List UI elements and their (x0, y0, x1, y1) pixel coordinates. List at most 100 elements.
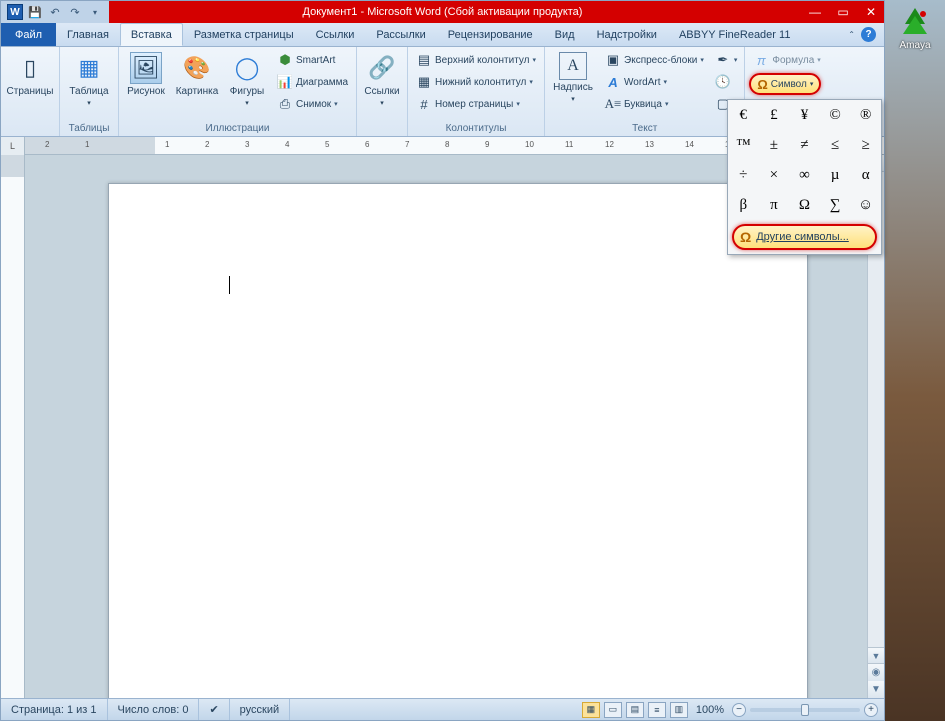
symbol-cell[interactable]: ® (850, 100, 881, 130)
undo-icon[interactable]: ↶ (47, 4, 63, 20)
quickparts-icon: ▣ (605, 52, 621, 68)
status-proofing-icon[interactable]: ✔ (199, 699, 229, 720)
tab-abbyy[interactable]: ABBYY FineReader 11 (668, 23, 802, 46)
save-icon[interactable]: 💾 (27, 4, 43, 20)
minimize-button[interactable]: — (806, 4, 824, 20)
dropcap-button[interactable]: A≡Буквица▾ (601, 93, 708, 115)
symbol-cell[interactable]: α (850, 160, 881, 190)
chart-icon: 📊 (277, 74, 293, 90)
symbol-cell[interactable]: π (759, 190, 790, 220)
signature-button[interactable]: ✒▾ (712, 49, 741, 71)
desktop-shortcut-amaya[interactable]: Amaya (891, 6, 939, 51)
tab-mailings[interactable]: Рассылки (365, 23, 436, 46)
group-tables: ▦ Таблица▾ Таблицы (60, 47, 119, 136)
qat-customize-icon[interactable]: ▾ (87, 4, 103, 20)
textbox-icon: A (559, 52, 587, 80)
screenshot-label: Снимок (296, 99, 331, 110)
header-icon: ▤ (416, 52, 432, 68)
redo-icon[interactable]: ↷ (67, 4, 83, 20)
footer-button[interactable]: ▦Нижний колонтитул▾ (412, 71, 540, 93)
view-print-layout-icon[interactable]: ▦ (582, 702, 600, 718)
tab-view[interactable]: Вид (544, 23, 586, 46)
prev-page-icon[interactable]: ◉ (868, 664, 884, 681)
symbol-button[interactable]: Ω Символ ▾ (749, 73, 821, 95)
symbol-cell[interactable]: β (728, 190, 759, 220)
more-symbols-button[interactable]: Ω Другие символы... (732, 224, 877, 250)
symbol-cell[interactable]: £ (759, 100, 790, 130)
smartart-button[interactable]: ⬢SmartArt (273, 49, 352, 71)
datetime-icon: 🕓 (715, 74, 731, 90)
status-word-count[interactable]: Число слов: 0 (108, 699, 200, 720)
picture-button[interactable]: 🖼 Рисунок (123, 49, 169, 100)
screenshot-button[interactable]: ⎙Снимок▾ (273, 93, 352, 115)
datetime-button[interactable]: 🕓 (712, 71, 741, 93)
wordart-button[interactable]: AWordArt▾ (601, 71, 708, 93)
header-button[interactable]: ▤Верхний колонтитул▾ (412, 49, 540, 71)
quickparts-button[interactable]: ▣Экспресс-блоки▾ (601, 49, 708, 71)
tab-page-layout[interactable]: Разметка страницы (183, 23, 305, 46)
symbol-cell[interactable]: ≠ (789, 130, 820, 160)
quickparts-label: Экспресс-блоки (624, 55, 697, 66)
page-number-icon: # (416, 96, 432, 112)
symbol-cell[interactable]: ¥ (789, 100, 820, 130)
tab-review[interactable]: Рецензирование (437, 23, 544, 46)
symbol-cell[interactable]: © (820, 100, 851, 130)
symbol-cell[interactable]: € (728, 100, 759, 130)
zoom-out-button[interactable]: − (732, 703, 746, 717)
symbol-cell[interactable]: Ω (789, 190, 820, 220)
header-label: Верхний колонтитул (435, 55, 530, 66)
smartart-label: SmartArt (296, 55, 335, 66)
symbol-cell[interactable]: ☺ (850, 190, 881, 220)
symbol-cell[interactable]: ÷ (728, 160, 759, 190)
desktop-background: Amaya (885, 0, 945, 721)
symbol-cell[interactable]: ≤ (820, 130, 851, 160)
shapes-button[interactable]: ◯ Фигуры▾ (225, 49, 269, 111)
close-button[interactable]: ✕ (862, 4, 880, 20)
view-full-screen-icon[interactable]: ▭ (604, 702, 622, 718)
vertical-ruler[interactable] (1, 155, 25, 698)
symbol-cell[interactable]: ≥ (850, 130, 881, 160)
symbol-cell[interactable]: ™ (728, 130, 759, 160)
tab-home[interactable]: Главная (56, 23, 120, 46)
view-outline-icon[interactable]: ≡ (648, 702, 666, 718)
symbol-cell[interactable]: × (759, 160, 790, 190)
tab-references[interactable]: Ссылки (305, 23, 366, 46)
group-header-footer-label: Колонтитулы (412, 122, 540, 135)
textbox-button[interactable]: A Надпись▾ (549, 49, 597, 107)
document-page[interactable] (108, 183, 808, 698)
status-page[interactable]: Страница: 1 из 1 (1, 699, 108, 720)
tab-insert[interactable]: Вставка (120, 23, 183, 46)
symbol-cell[interactable]: ∞ (789, 160, 820, 190)
links-label: Ссылки▾ (364, 86, 399, 108)
symbol-cell[interactable]: ± (759, 130, 790, 160)
symbol-cell[interactable]: µ (820, 160, 851, 190)
text-cursor (229, 276, 230, 294)
zoom-slider[interactable] (750, 708, 860, 712)
file-tab[interactable]: Файл (1, 23, 56, 46)
help-icon[interactable]: ? (861, 27, 876, 42)
picture-icon: 🖼 (130, 52, 162, 84)
zoom-level[interactable]: 100% (692, 704, 728, 716)
next-page-icon[interactable]: ▼ (868, 681, 884, 698)
equation-button[interactable]: πФормула▾ (749, 49, 824, 71)
scroll-down-icon[interactable]: ▼ (868, 647, 884, 664)
links-button[interactable]: 🔗 Ссылки▾ (361, 49, 403, 111)
pages-button[interactable]: ▯ Страницы (5, 49, 55, 100)
zoom-in-button[interactable]: + (864, 703, 878, 717)
maximize-button[interactable]: ▭ (834, 4, 852, 20)
ribbon-minimize-icon[interactable]: ⌃ (848, 30, 855, 39)
window-controls: — ▭ ✕ (806, 1, 880, 23)
view-web-layout-icon[interactable]: ▤ (626, 702, 644, 718)
status-language[interactable]: русский (230, 699, 290, 720)
tab-selector[interactable]: L (1, 137, 25, 155)
symbol-cell[interactable]: ∑ (820, 190, 851, 220)
zoom-slider-knob[interactable] (801, 704, 809, 716)
group-links-label (361, 122, 403, 135)
view-draft-icon[interactable]: ▥ (670, 702, 688, 718)
page-number-button[interactable]: #Номер страницы▾ (412, 93, 540, 115)
table-button[interactable]: ▦ Таблица▾ (64, 49, 114, 111)
omega-icon: Ω (740, 229, 751, 245)
clipart-button[interactable]: 🎨 Картинка (173, 49, 221, 100)
tab-addins[interactable]: Надстройки (586, 23, 668, 46)
chart-button[interactable]: 📊Диаграмма (273, 71, 352, 93)
